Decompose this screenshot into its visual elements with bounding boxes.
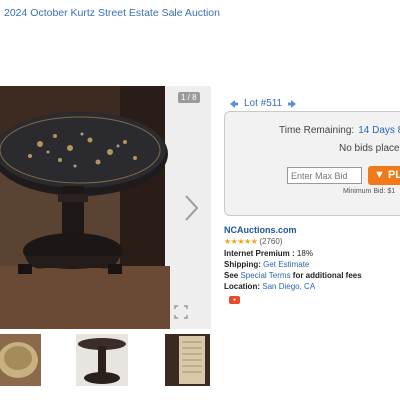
get-estimate-link[interactable]: Get Estimate bbox=[263, 260, 309, 269]
location-info: Location: San Diego, CA bbox=[224, 282, 315, 291]
premium-value: 18% bbox=[296, 249, 313, 258]
thumb-bowl-image bbox=[0, 334, 41, 386]
shipping-label: Shipping: bbox=[224, 260, 261, 269]
seller-rating[interactable]: ★★★★★ (2760) bbox=[224, 237, 282, 246]
time-remaining: Time Remaining:14 Days 8 H bbox=[279, 125, 400, 136]
see-text: See bbox=[224, 271, 239, 280]
left-arrow-icon[interactable] bbox=[229, 99, 239, 109]
location-link[interactable]: San Diego, CA bbox=[262, 282, 315, 291]
new-badge-icon: ● bbox=[229, 296, 240, 304]
fees-text: for additional fees bbox=[292, 271, 362, 280]
auction-title-link[interactable]: 2024 October Kurtz Street Estate Sale Au… bbox=[4, 7, 220, 19]
thumbnail-2[interactable] bbox=[76, 334, 128, 386]
thumb-table-base-image bbox=[76, 334, 128, 386]
rating-count: (2760) bbox=[259, 237, 283, 246]
right-arrow-icon[interactable] bbox=[287, 99, 297, 109]
internet-premium: Internet Premium : 18% bbox=[224, 249, 313, 258]
premium-label: Internet Premium : bbox=[224, 249, 295, 258]
place-bid-button[interactable]: ▼ PL bbox=[368, 166, 400, 185]
bid-panel: Time Remaining:14 Days 8 H No bids place… bbox=[224, 111, 400, 216]
shipping-info: Shipping: Get Estimate bbox=[224, 260, 309, 269]
location-label: Location: bbox=[224, 282, 260, 291]
gavel-icon: ▼ bbox=[374, 169, 388, 181]
lot-number: Lot #511 bbox=[244, 98, 283, 109]
lot-navigation: Lot #511 bbox=[229, 98, 297, 109]
special-terms-line: See Special Terms for additional fees bbox=[224, 271, 362, 280]
thumb-document-image bbox=[165, 334, 210, 386]
no-bids-text: No bids placed bbox=[339, 143, 400, 154]
time-remaining-value: 14 Days 8 H bbox=[358, 125, 400, 136]
photo-counter: 1 / 8 bbox=[178, 92, 200, 103]
thumbnail-1[interactable] bbox=[0, 334, 41, 386]
minimum-bid: Minimum Bid: $1 bbox=[343, 188, 396, 195]
lot-page: 2024 October Kurtz Street Estate Sale Au… bbox=[0, 0, 400, 400]
time-remaining-label: Time Remaining: bbox=[279, 125, 355, 136]
right-arrow-icon[interactable] bbox=[180, 192, 202, 224]
star-rating-icon: ★★★★★ bbox=[224, 237, 258, 246]
max-bid-input[interactable] bbox=[287, 167, 362, 184]
place-bid-label: PL bbox=[387, 169, 400, 181]
thumbnail-3[interactable] bbox=[165, 334, 210, 386]
expand-icon[interactable] bbox=[174, 305, 188, 319]
seller-name-link[interactable]: NCAuctions.com bbox=[224, 225, 297, 235]
special-terms-link[interactable]: Special Terms bbox=[240, 271, 290, 280]
